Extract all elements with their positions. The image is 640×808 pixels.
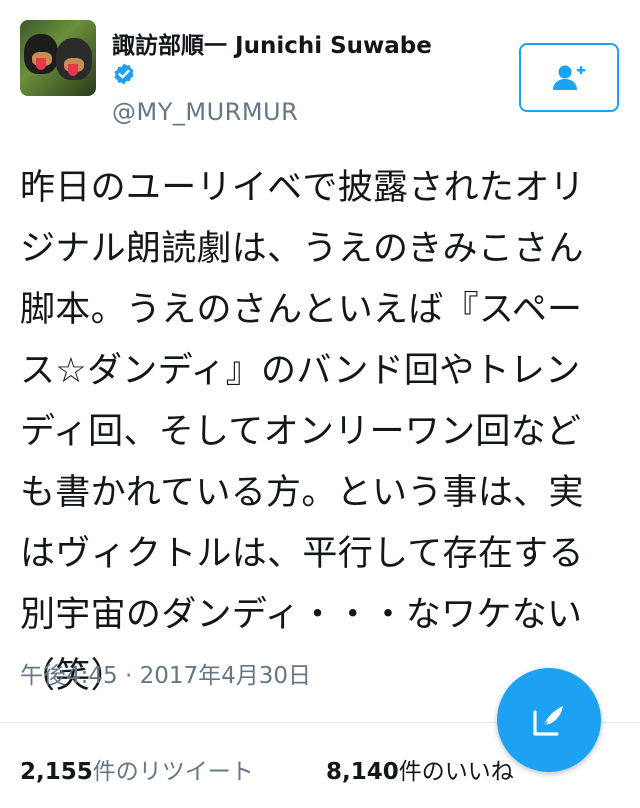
retweet-label: 件のリツイート (92, 759, 254, 785)
like-stats[interactable]: 8,140件のいいね (326, 752, 514, 786)
tweet-line: も書かれている方。という事は、実 (20, 473, 584, 513)
tweet-line: ディ回、そしてオンリーワン回など (20, 412, 582, 452)
add-user-icon (553, 65, 585, 90)
tweet-line: ジナル朗読劇は、うえのきみこさん (20, 229, 584, 269)
retweet-stats[interactable]: 2,155件のリツイート (20, 752, 254, 786)
tweet-line: 脚本。うえのさんといえば『スペー (20, 290, 583, 330)
dog-image-right (56, 38, 92, 80)
tweet-text: 昨日のユーリイベで披露されたオリ ジナル朗読劇は、うえのきみこさん 脚本。うえの… (20, 158, 620, 707)
user-handle[interactable]: @MY_MURMUR (112, 98, 298, 126)
tweet-line: はヴィクトルは、平行して存在する (20, 534, 584, 574)
tweet-line: ス☆ダンディ』のバンド回やトレン (20, 351, 581, 391)
retweet-count: 2,155 (20, 759, 93, 785)
compose-tweet-icon (533, 706, 563, 736)
compose-tweet-button[interactable] (497, 668, 601, 772)
follow-button[interactable] (519, 43, 619, 112)
tweet-line: 別宇宙のダンディ・・・なワケない (20, 595, 583, 635)
verified-badge-icon (114, 63, 134, 85)
like-count: 8,140 (326, 759, 399, 785)
tweet-line: 昨日のユーリイベで披露されたオリ (20, 168, 585, 208)
avatar[interactable] (20, 20, 96, 96)
dog-image-left (24, 34, 58, 74)
display-name[interactable]: 諏訪部順一 Junichi Suwabe (112, 26, 432, 60)
like-label: 件のいいね (398, 759, 514, 785)
tweet-timestamp[interactable]: 午後4:45 · 2017年4月30日 (20, 656, 311, 690)
